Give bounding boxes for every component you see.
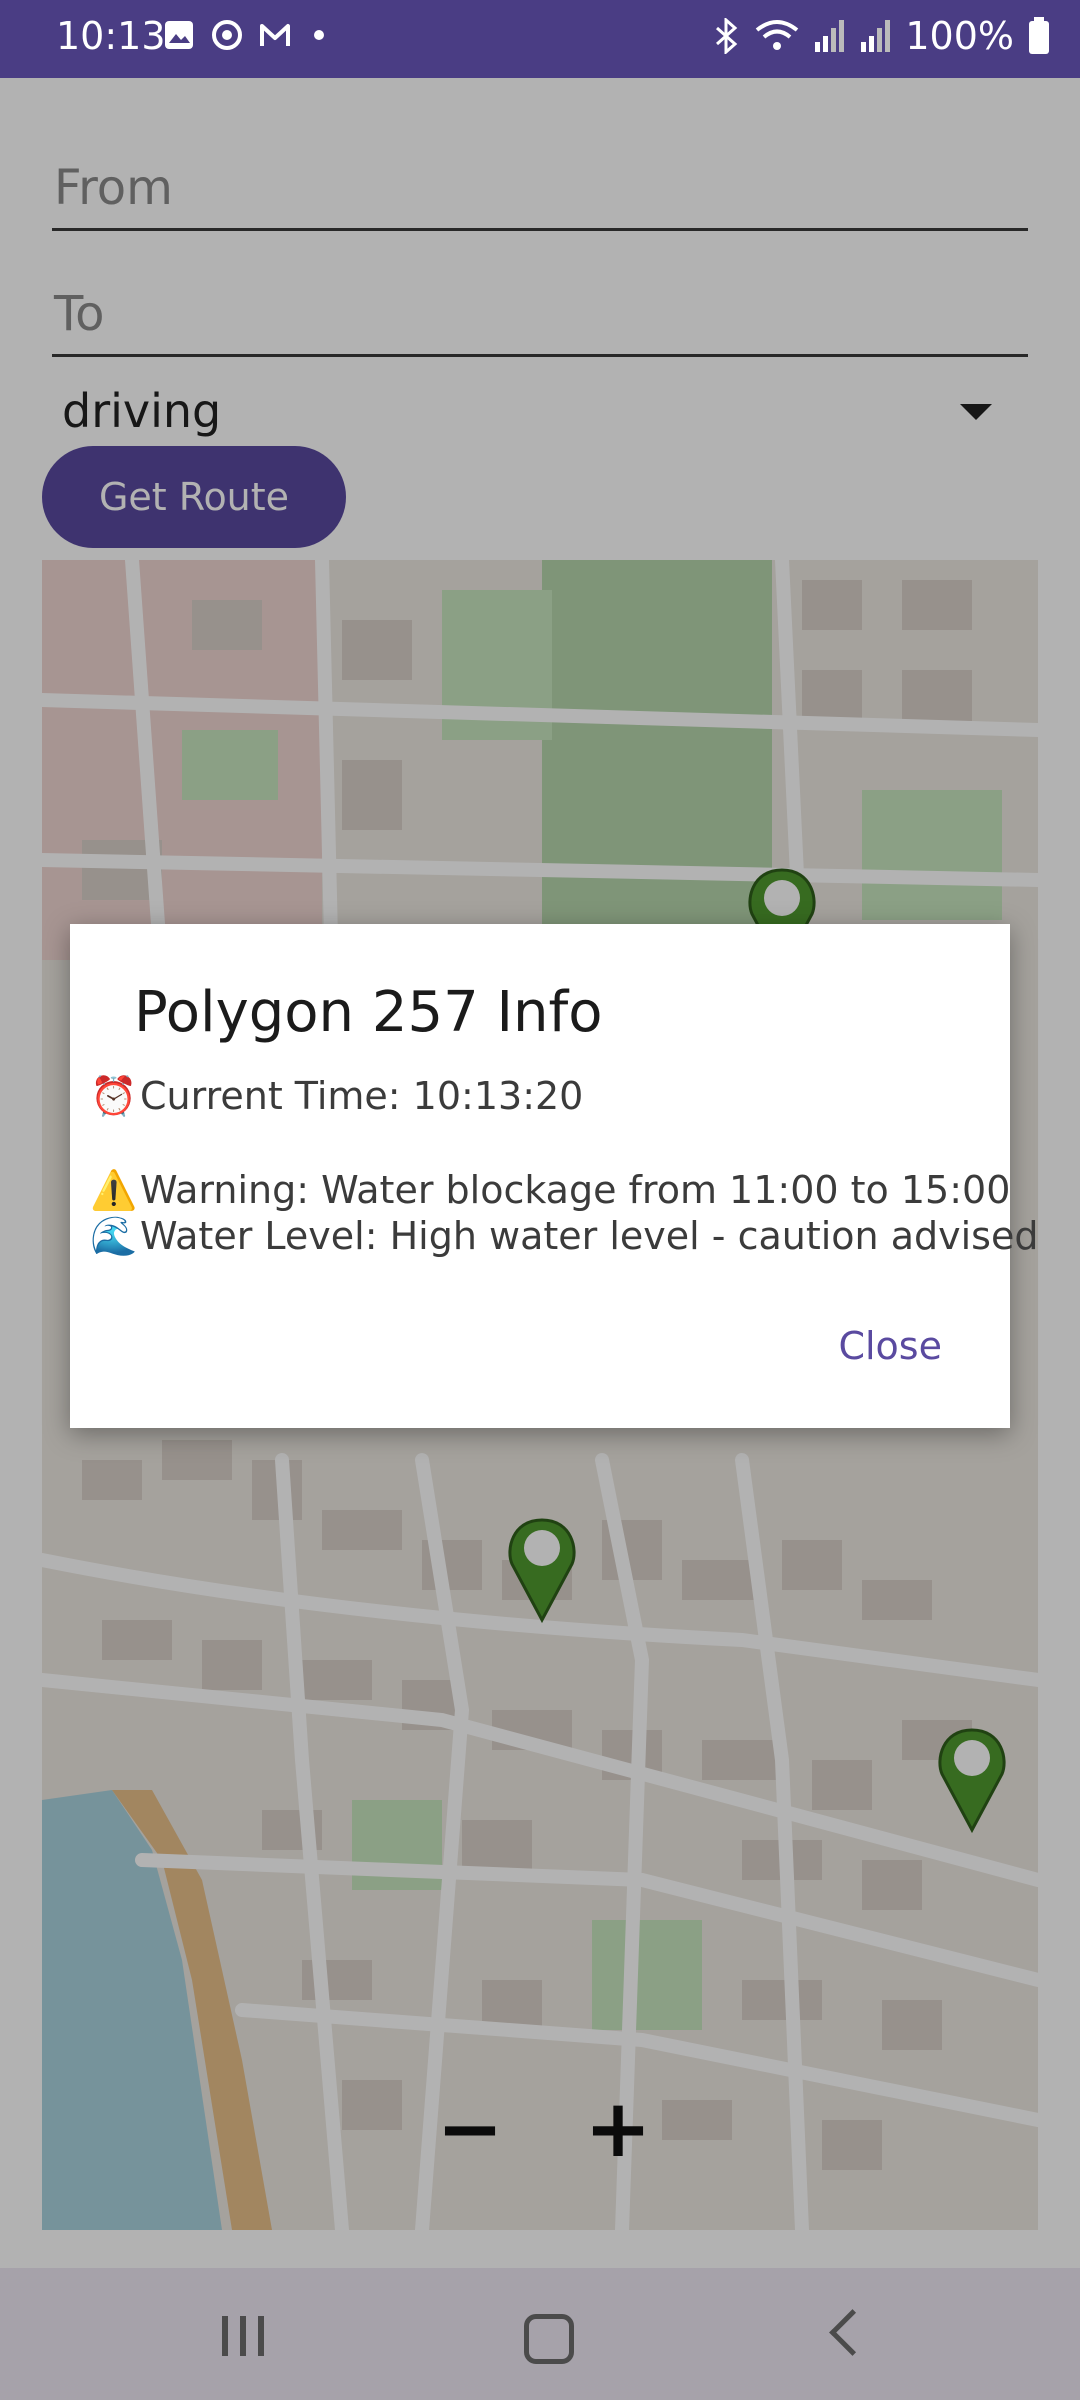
status-time: 10:13 (56, 14, 166, 58)
navigation-bar (0, 2268, 1080, 2400)
home-icon[interactable] (524, 2314, 574, 2364)
image-icon (165, 21, 193, 49)
notification-icons (162, 18, 324, 52)
back-icon[interactable] (829, 2309, 876, 2356)
polygon-info-dialog: Polygon 257 Info ⏰Current Time: 10:13:20… (70, 924, 1038, 1428)
warning-icon: ⚠️ (90, 1168, 138, 1212)
water-level-text: Water Level: High water level - caution … (140, 1214, 1039, 1258)
gmail-icon (260, 24, 290, 46)
recents-icon[interactable] (222, 2316, 264, 2356)
dot-icon (314, 30, 324, 40)
warning-line: ⚠️Warning: Water blockage from 11:00 to … (90, 1168, 1010, 1213)
wifi-icon (756, 20, 799, 50)
battery-percent: 100% (905, 14, 1014, 58)
alarm-clock-icon: ⏰ (90, 1074, 138, 1118)
water-level-line: 🌊Water Level: High water level - caution… (90, 1214, 1038, 1259)
sync-icon (212, 20, 242, 50)
close-button[interactable]: Close (838, 1324, 942, 1368)
battery-icon (1029, 17, 1049, 54)
status-bar: 10:13 100% (0, 0, 1080, 78)
signal-icon-2 (861, 20, 891, 52)
bluetooth-icon (716, 18, 738, 54)
current-time-line: ⏰Current Time: 10:13:20 (90, 1074, 583, 1119)
warning-text: Warning: Water blockage from 11:00 to 15… (140, 1168, 1011, 1212)
current-time-text: Current Time: 10:13:20 (140, 1074, 584, 1118)
dialog-title: Polygon 257 Info (134, 980, 603, 1045)
signal-icon (815, 20, 845, 52)
system-icons: 100% (711, 14, 1050, 58)
wave-icon: 🌊 (90, 1214, 138, 1258)
